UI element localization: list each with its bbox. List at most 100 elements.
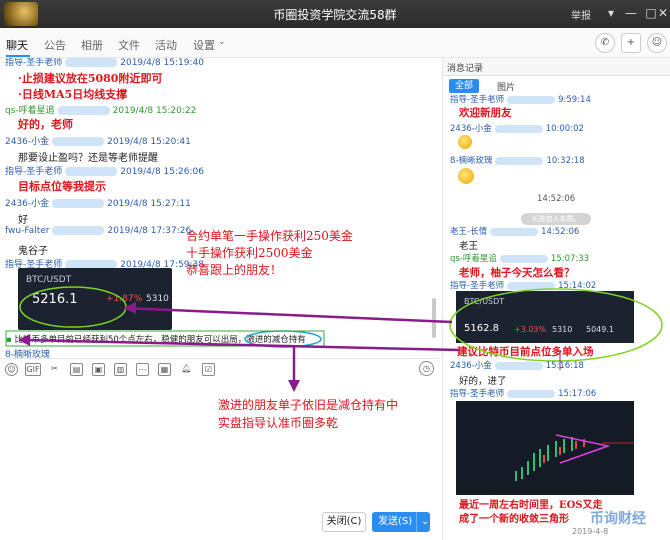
panel-message-header: 2436-小金 10:00:02 — [450, 122, 584, 134]
panel-message-header: 老王-长情 14:52:06 — [450, 225, 579, 237]
card-pair: BTC/USDT — [26, 275, 72, 285]
quoted-message: ▪ 比特币多单目前已经获利50个点左右，稳健的朋友可以出局，激进的减仓持有 — [6, 333, 306, 345]
minimize-icon[interactable]: — — [622, 4, 640, 22]
input-toolbar: ☺ GIF ✂ ▤ ▣ ▥ ⋯ ▦ 🔔︎ ☑ — [0, 358, 440, 380]
tab-chat[interactable]: 聊天 — [6, 37, 28, 53]
blurred-nickname — [499, 254, 548, 263]
file-icon[interactable]: ▤ — [70, 363, 83, 376]
message-text: ·止损建议放在5080附近即可 — [18, 72, 163, 85]
btc-price-card[interactable]: BTC/USDT 5216.1 +1.87% 5310 — [18, 268, 172, 330]
add-chat-icon[interactable]: + — [621, 33, 641, 53]
panel-message-header: 2436-小金 15:16:18 — [450, 359, 584, 371]
tab-activity[interactable]: 活动 — [155, 37, 177, 53]
sender-name[interactable]: 指导-圣手老师 — [450, 281, 504, 291]
title-bar: 币圈投资学院交流58群 举报 ▾ — □ ✕ — [0, 0, 670, 28]
message-time: 15:16:18 — [545, 361, 584, 371]
scissors-icon[interactable]: ✂ — [48, 363, 61, 376]
message-header: qs-呼着星追 2019/4/8 15:20:22 — [5, 103, 196, 116]
card-price: 5162.8 — [464, 323, 499, 334]
panel-tab-all[interactable]: 全部 — [449, 79, 479, 93]
blurred-nickname — [507, 95, 556, 104]
send-options-chevron-icon[interactable]: ⌄ — [416, 512, 429, 532]
panel-tab-images[interactable]: 图片 — [497, 80, 515, 93]
message-header: 8-楠晰玫瑰 — [5, 347, 50, 358]
panel-message-header: 8-楠晰玫瑰 10:32:18 — [450, 154, 585, 166]
message-header: fwu-Falter 2019/4/8 17:37:26 — [5, 226, 191, 236]
eos-kline-chart[interactable] — [456, 401, 634, 495]
btc-mini-card[interactable]: BTC/USDT 5162.8 +3.03% 5310 5049.1 — [456, 291, 634, 343]
sender-name[interactable]: 指导-圣手老师 — [5, 167, 62, 177]
message-text: 好的，老师 — [18, 118, 73, 131]
sender-name[interactable]: 指导-圣手老师 — [5, 58, 62, 68]
message-time: 2019/4/8 15:26:06 — [120, 167, 204, 177]
annotation-line: 合约单笔一手操作获利250美金 — [186, 229, 353, 243]
calendar-icon[interactable]: ▦ — [158, 363, 171, 376]
message-time: 2019/4/8 15:20:22 — [112, 106, 197, 116]
message-header: 2436-小金 2019/4/8 15:27:11 — [5, 196, 191, 209]
chat-scrollbar[interactable] — [432, 298, 436, 338]
sender-name[interactable]: 8-楠晰玫瑰 — [450, 156, 492, 166]
tab-settings[interactable]: 设置 — [193, 37, 215, 53]
watermark-logo: 币询财经 — [590, 511, 646, 527]
phone-icon[interactable]: ✆ — [595, 33, 615, 53]
emoji-icon[interactable]: ☺ — [5, 363, 18, 376]
red-packet-icon[interactable]: ▥ — [114, 363, 127, 376]
blurred-nickname — [52, 199, 105, 208]
vote-icon[interactable]: ☑ — [202, 363, 215, 376]
message-header: 指导-圣手老师 2019/4/8 15:19:40 — [5, 58, 204, 68]
message-time: 2019/4/8 17:37:26 — [107, 226, 192, 236]
panel-title: 消息记录 — [447, 64, 484, 74]
close-button[interactable]: 关闭(C) — [322, 512, 366, 532]
card-pair: BTC/USDT — [464, 297, 505, 306]
settings-chevron-icon[interactable]: ⌄ — [218, 37, 226, 47]
quoted-text: 比特币多单目前已经获利50个点左右，稳健的朋友可以出局，激进的减仓持有 — [14, 335, 306, 345]
panel-message-text: 欢迎新朋友 — [459, 107, 512, 119]
blurred-nickname — [507, 281, 556, 290]
sender-name[interactable]: 8-楠晰玫瑰 — [5, 350, 50, 358]
group-members-icon[interactable]: ☺ — [647, 33, 667, 53]
message-text: 那要设止盈吗？还是等老师提醒 — [18, 153, 158, 164]
annotation-line: 激进的朋友单子依旧是减仓持有中 — [218, 398, 399, 412]
sender-name[interactable]: 2436-小金 — [5, 137, 49, 147]
sender-name[interactable]: 2436-小金 — [450, 361, 492, 371]
arrow-head-down — [288, 380, 300, 392]
sender-name[interactable]: 指导-圣手老师 — [450, 389, 504, 399]
blurred-nickname — [57, 106, 110, 115]
profit-annotation: 合约单笔一手操作获利250美金 十手操作获利2500美金 恭喜跟上的朋友！ — [186, 228, 353, 279]
tab-notice[interactable]: 公告 — [44, 37, 66, 53]
message-time: 2019/4/8 15:20:41 — [107, 137, 191, 147]
report-button[interactable]: 举报 — [571, 7, 591, 22]
sender-name[interactable]: fwu-Falter — [5, 226, 49, 236]
bell-icon[interactable]: 🔔︎ — [180, 363, 193, 376]
sender-name[interactable]: 2436-小金 — [5, 199, 49, 209]
sender-name[interactable]: 老王-长情 — [450, 227, 487, 237]
message-time: 9:59:14 — [558, 95, 591, 105]
panel-message-text: 老王 — [459, 241, 479, 252]
send-button[interactable]: 发送(S) ⌄ — [372, 512, 430, 532]
panel-header: 消息记录 — [443, 58, 670, 76]
blurred-nickname — [494, 361, 543, 370]
message-text: ·日线MA5日均线支撑 — [18, 88, 128, 101]
sender-name[interactable]: 2436-小金 — [450, 124, 492, 134]
panel-message-text: 成了一个新的收敛三角形 — [459, 514, 569, 525]
close-window-icon[interactable]: ✕ — [654, 4, 670, 22]
tab-album[interactable]: 相册 — [81, 37, 103, 53]
blurred-nickname — [490, 227, 539, 236]
gif-icon[interactable]: GIF — [25, 363, 41, 376]
history-clock-icon[interactable]: ◷ — [419, 361, 434, 376]
sender-name[interactable]: qs-呼着星追 — [450, 254, 497, 264]
card-price: 5216.1 — [32, 292, 78, 307]
annotation-line: 实盘指导认准币圈多乾 — [218, 416, 339, 430]
image-icon[interactable]: ▣ — [92, 363, 105, 376]
dropdown-icon[interactable]: ▾ — [602, 4, 620, 22]
message-time: 10:00:02 — [545, 124, 584, 134]
time-stamp: 14:52:06 — [537, 194, 576, 204]
annotation-line: 恭喜跟上的朋友！ — [186, 263, 283, 277]
emoji-sticker-icon — [458, 168, 474, 184]
blurred-nickname — [65, 167, 118, 176]
more-icon[interactable]: ⋯ — [136, 363, 149, 376]
message-time: 15:14:02 — [558, 281, 597, 291]
sender-name[interactable]: 指导-圣手老师 — [450, 95, 504, 105]
tab-files[interactable]: 文件 — [118, 37, 140, 53]
sender-name[interactable]: qs-呼着星追 — [5, 106, 55, 116]
